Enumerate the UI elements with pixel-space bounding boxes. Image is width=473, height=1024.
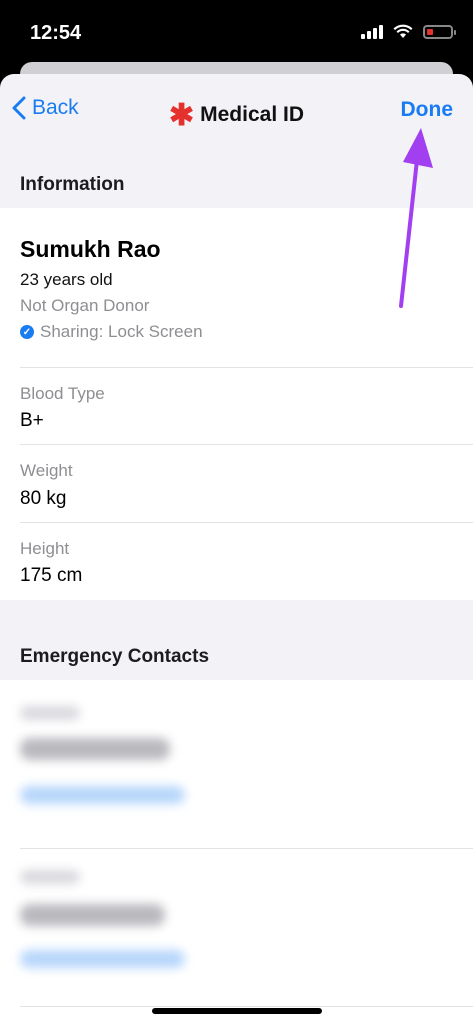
blood-type-value: B+ — [20, 410, 44, 431]
navigation-bar: Back ✱ Medical ID Done — [0, 74, 473, 148]
divider — [20, 522, 473, 523]
blurred-contact-name[interactable] — [20, 904, 165, 926]
divider — [20, 444, 473, 445]
done-button[interactable]: Done — [401, 98, 454, 122]
status-icons — [361, 24, 456, 39]
blurred-contact-relation — [20, 870, 80, 884]
status-bar: 12:54 — [0, 0, 473, 64]
home-indicator[interactable] — [152, 1008, 322, 1014]
battery-icon — [423, 24, 456, 39]
patient-age: 23 years old — [20, 270, 113, 289]
medical-id-sheet: Back ✱ Medical ID Done Information Sumukh… — [0, 74, 473, 1024]
emergency-contacts-header: Emergency Contacts — [20, 646, 210, 667]
weight-label: Weight — [20, 461, 73, 480]
height-value: 175 cm — [20, 565, 83, 586]
medical-star-icon: ✱ — [168, 99, 195, 132]
divider — [20, 1006, 473, 1007]
page-title-text: Medical ID — [200, 103, 304, 126]
cellular-signal-icon — [361, 24, 383, 39]
information-header: Information — [20, 174, 125, 195]
checkmark-icon: ✓ — [20, 325, 34, 339]
organ-donor-status: Not Organ Donor — [20, 296, 150, 315]
blurred-contact-relation — [20, 706, 80, 720]
divider — [20, 848, 473, 849]
information-card: Sumukh Rao 23 years old Not Organ Donor … — [0, 208, 473, 600]
divider — [20, 367, 473, 368]
weight-value: 80 kg — [20, 488, 67, 509]
height-label: Height — [20, 539, 70, 558]
wifi-icon — [393, 24, 413, 38]
sharing-status: ✓ Sharing: Lock Screen — [20, 322, 203, 342]
blurred-contact-phone[interactable] — [20, 786, 185, 804]
blurred-contact-name[interactable] — [20, 738, 170, 760]
status-time: 12:54 — [30, 22, 82, 44]
blood-type-label: Blood Type — [20, 384, 105, 403]
patient-name: Sumukh Rao — [20, 236, 161, 262]
emergency-contacts-card — [0, 680, 473, 1024]
blurred-contact-phone[interactable] — [20, 950, 185, 968]
sharing-label: Sharing: Lock Screen — [40, 322, 203, 341]
